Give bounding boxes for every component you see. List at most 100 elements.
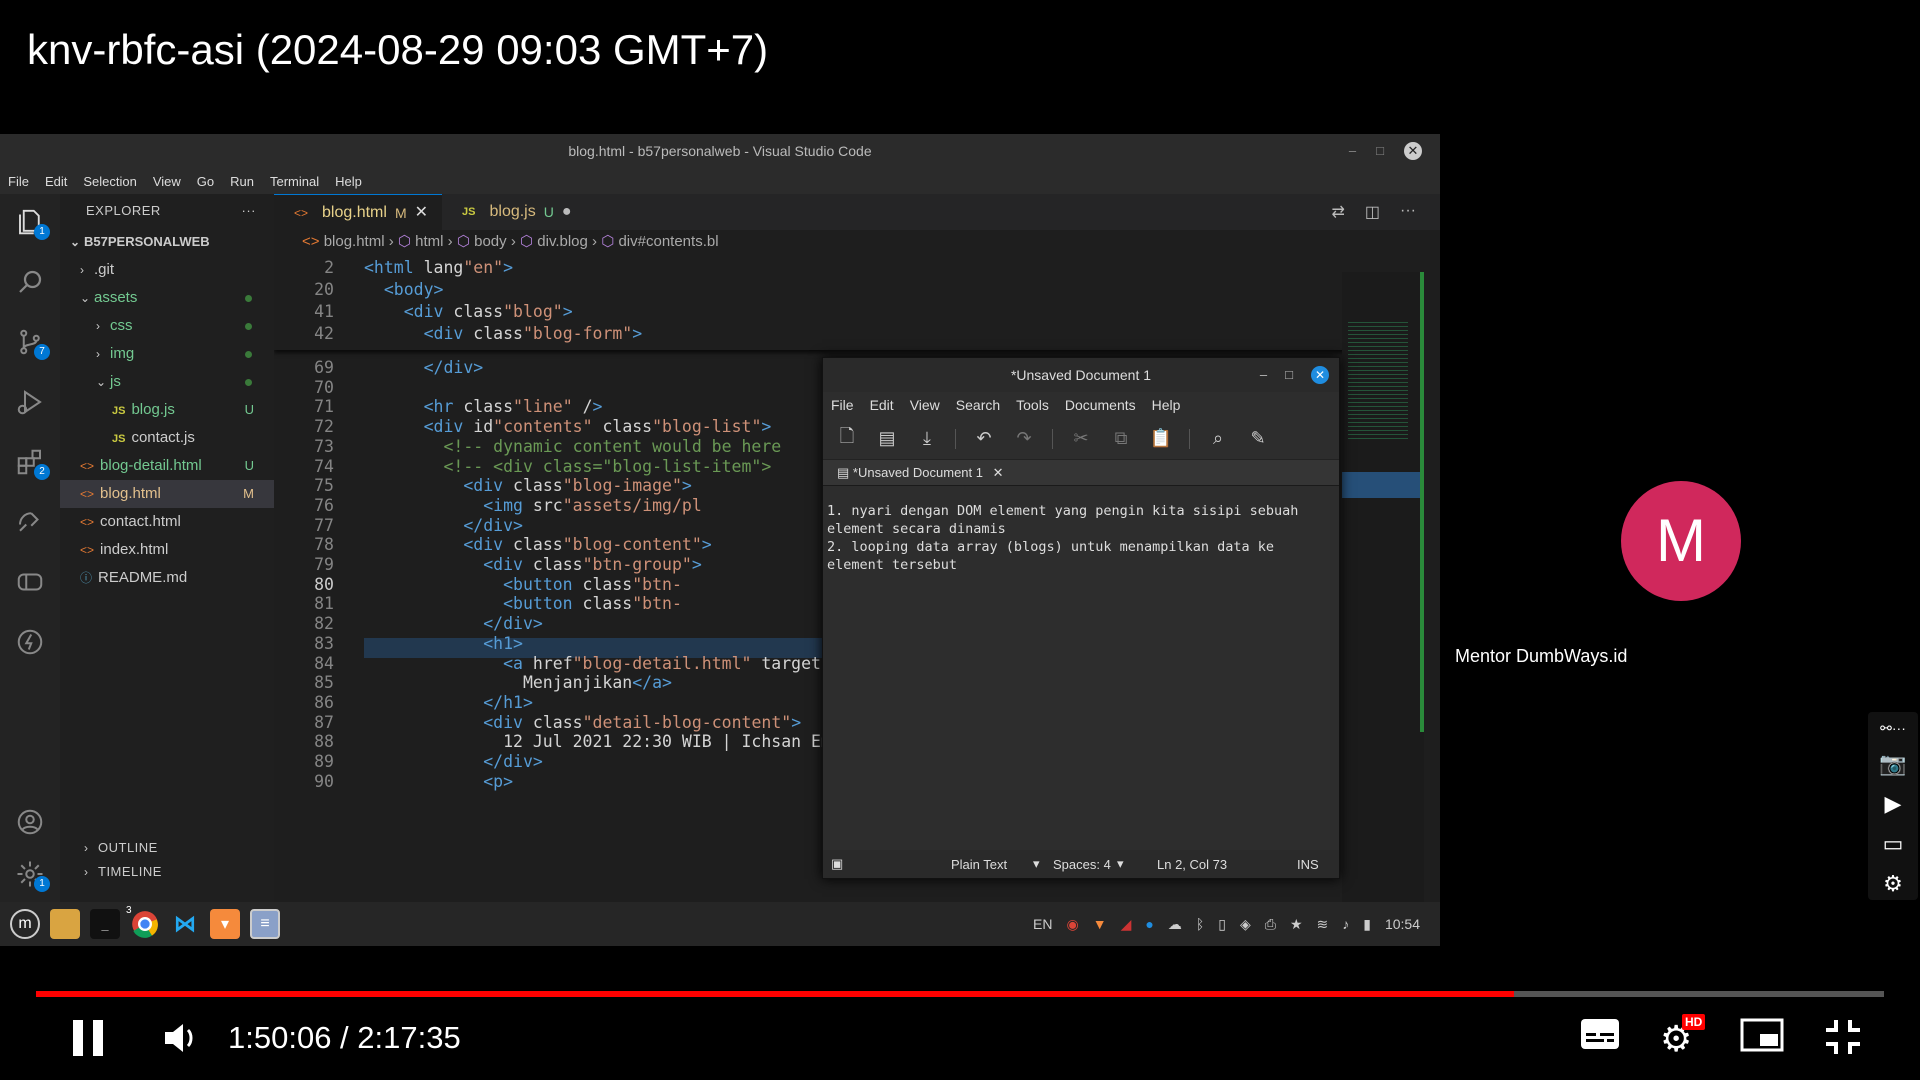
star-icon[interactable]: ★ bbox=[1290, 916, 1303, 933]
tree-item[interactable]: › img bbox=[60, 340, 274, 368]
code-line[interactable]: <div id"contents" class"blog-list"> bbox=[364, 417, 772, 436]
brave-icon[interactable]: ▾ bbox=[210, 909, 240, 939]
code-line[interactable]: </div> bbox=[364, 752, 543, 771]
gedit-menu-tools[interactable]: Tools bbox=[1008, 397, 1057, 413]
volume-button[interactable] bbox=[160, 1018, 200, 1058]
code-line[interactable]: </div> bbox=[364, 614, 543, 633]
code-line[interactable]: </div> bbox=[364, 358, 484, 377]
breadcrumb-item[interactable]: body bbox=[474, 233, 507, 250]
code-line[interactable]: <div class"detail-blog-content"> bbox=[364, 713, 801, 732]
minimize-icon[interactable]: – bbox=[1260, 358, 1267, 392]
code-line[interactable]: <hr class"line" /> bbox=[364, 397, 603, 416]
exit-fullscreen-button[interactable] bbox=[1824, 1018, 1862, 1056]
menu-terminal[interactable]: Terminal bbox=[262, 174, 327, 189]
window-icon[interactable]: ▭ bbox=[1883, 831, 1904, 857]
cursor-position[interactable]: Ln 2, Col 73 bbox=[1157, 857, 1297, 872]
gedit-menu-file[interactable]: File bbox=[823, 397, 862, 413]
run-debug-icon[interactable] bbox=[14, 386, 46, 418]
clock[interactable]: 10:54 bbox=[1385, 916, 1420, 932]
code-line[interactable]: <div class"blog-content"> bbox=[364, 535, 711, 554]
tree-item[interactable]: ⌄ assets bbox=[60, 284, 274, 312]
tree-item[interactable]: ⓘ README.md bbox=[60, 564, 274, 592]
camera-icon[interactable]: 📷 bbox=[1879, 751, 1906, 777]
minimap[interactable] bbox=[1342, 272, 1424, 902]
gear-icon[interactable]: ⚙ bbox=[1883, 871, 1903, 897]
settings-button[interactable]: ⚙ HD bbox=[1660, 1014, 1706, 1060]
more-actions-icon[interactable]: ··· bbox=[242, 194, 257, 228]
find-icon[interactable]: ⌕ bbox=[1206, 428, 1230, 449]
vscode-icon[interactable]: ⋈ bbox=[170, 909, 200, 939]
wifi-icon[interactable]: ≋ bbox=[1317, 916, 1329, 933]
bluetooth-icon[interactable]: ᛒ bbox=[1196, 916, 1204, 932]
video-icon[interactable]: ▶ bbox=[1885, 791, 1902, 817]
sticky-scroll[interactable]: 2 <html lang"en"> 20 <body> 41 <div class"b… bbox=[274, 254, 1424, 350]
outline-section[interactable]: › OUTLINE bbox=[60, 840, 274, 855]
clipboard-icon[interactable]: ▯ bbox=[1218, 916, 1226, 933]
docker-icon[interactable] bbox=[14, 566, 46, 598]
breadcrumb-item[interactable]: div#contents.bl bbox=[618, 233, 718, 250]
menu-edit[interactable]: Edit bbox=[37, 174, 75, 189]
maximize-icon[interactable]: □ bbox=[1376, 134, 1384, 168]
gedit-document-tab[interactable]: ▤ *Unsaved Document 1 ✕ bbox=[823, 460, 1339, 486]
maximize-icon[interactable]: □ bbox=[1285, 358, 1293, 392]
tree-item[interactable]: JS contact.js bbox=[60, 424, 274, 452]
source-control-icon[interactable]: 7 bbox=[14, 326, 50, 360]
minimize-icon[interactable]: – bbox=[1349, 134, 1356, 168]
copy-icon[interactable]: ⧉ bbox=[1109, 428, 1133, 449]
tab-close-icon[interactable]: ✕ bbox=[415, 195, 428, 231]
tree-item[interactable]: › .git bbox=[60, 256, 274, 284]
menu-file[interactable]: File bbox=[0, 174, 37, 189]
manage-gear-icon[interactable]: 1 bbox=[14, 858, 50, 892]
menu-run[interactable]: Run bbox=[222, 174, 262, 189]
code-line[interactable]: <div class"blog-image"> bbox=[364, 476, 692, 495]
code-line[interactable]: <!-- dynamic content would be here bbox=[364, 437, 781, 456]
tab-blog-html[interactable]: <> blog.html M ✕ bbox=[274, 194, 443, 231]
text-editor-icon[interactable]: ≡ bbox=[250, 909, 280, 939]
compare-icon[interactable]: ⇄ bbox=[1331, 202, 1344, 222]
redo-icon[interactable]: ↷ bbox=[1012, 428, 1036, 449]
tab-close-icon[interactable]: ✕ bbox=[993, 465, 1004, 480]
tree-item[interactable]: <> blog.html M bbox=[60, 480, 274, 508]
breadcrumb-item[interactable]: blog.html bbox=[324, 233, 385, 250]
video-player[interactable]: knv-rbfc-asi (2024-08-29 09:03 GMT+7) bl… bbox=[0, 0, 1920, 1080]
gedit-menu-documents[interactable]: Documents bbox=[1057, 397, 1144, 413]
undo-icon[interactable]: ↶ bbox=[972, 428, 996, 449]
code-line[interactable]: <img src"assets/img/pl bbox=[364, 496, 702, 515]
code-line[interactable]: <div class"btn-group"> bbox=[364, 555, 702, 574]
tree-item[interactable]: › css bbox=[60, 312, 274, 340]
tab-width-selector[interactable]: Spaces: 4 bbox=[1053, 857, 1117, 872]
lang-indicator[interactable]: EN bbox=[1033, 916, 1052, 932]
brave-tray-icon[interactable]: ▼ bbox=[1093, 916, 1107, 932]
tab-blog-js[interactable]: JS blog.js U ● bbox=[442, 194, 586, 230]
menu-icon[interactable]: m bbox=[10, 909, 40, 939]
sticky-code-line[interactable]: <html lang"en"> bbox=[364, 258, 513, 277]
gedit-menu-edit[interactable]: Edit bbox=[862, 397, 902, 413]
gedit-menu-view[interactable]: View bbox=[902, 397, 948, 413]
breadcrumb-item[interactable]: div.blog bbox=[537, 233, 588, 250]
sticky-code-line[interactable]: <div class"blog"> bbox=[364, 302, 573, 321]
volume-icon[interactable]: ♪ bbox=[1342, 916, 1349, 932]
close-icon[interactable]: ✕ bbox=[1311, 366, 1329, 384]
code-line[interactable]: <button class"btn- bbox=[364, 575, 682, 594]
cloud-icon[interactable]: ☁ bbox=[1168, 916, 1182, 933]
menu-help[interactable]: Help bbox=[327, 174, 370, 189]
language-selector[interactable]: Plain Text bbox=[951, 857, 1041, 872]
menu-selection[interactable]: Selection bbox=[75, 174, 144, 189]
code-line[interactable]: <!-- <div class="blog-list-item"> bbox=[364, 457, 771, 476]
chrome-tray-icon[interactable]: ◉ bbox=[1067, 916, 1079, 933]
subtitles-button[interactable] bbox=[1580, 1018, 1620, 1050]
tree-item[interactable]: <> index.html bbox=[60, 536, 274, 564]
terminal-icon[interactable]: _ bbox=[90, 909, 120, 939]
tree-item[interactable]: <> blog-detail.html U bbox=[60, 452, 274, 480]
remote-icon[interactable] bbox=[14, 506, 46, 538]
code-line[interactable]: </div> bbox=[364, 516, 523, 535]
code-line[interactable]: <h1> bbox=[364, 634, 523, 653]
more-icon[interactable]: ··· bbox=[1400, 202, 1416, 222]
project-folder[interactable]: ⌄ B57PERSONALWEB bbox=[60, 228, 274, 256]
tree-item[interactable]: <> contact.html bbox=[60, 508, 274, 536]
explorer-icon[interactable]: 1 bbox=[14, 206, 50, 240]
save-icon[interactable]: ⤓ bbox=[915, 428, 939, 449]
open-icon[interactable]: ▤ bbox=[875, 428, 899, 449]
menu-view[interactable]: View bbox=[145, 174, 189, 189]
cut-icon[interactable]: ✂ bbox=[1069, 428, 1093, 449]
